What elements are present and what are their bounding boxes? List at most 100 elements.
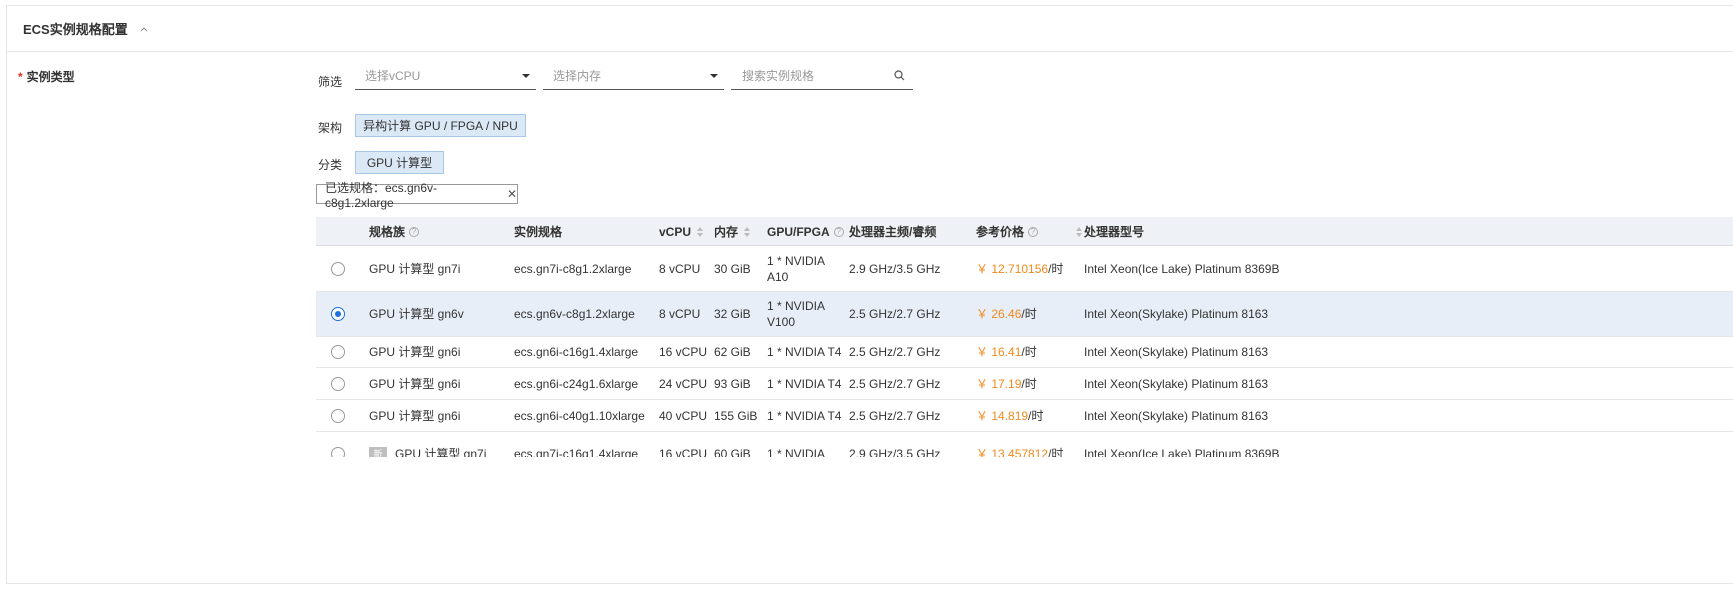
row-radio[interactable] bbox=[331, 345, 345, 359]
cell-freq: 2.9 GHz/3.5 GHz bbox=[849, 262, 941, 276]
category-tag[interactable]: GPU 计算型 bbox=[355, 151, 444, 174]
cell-memory: 155 GiB bbox=[714, 408, 758, 423]
sort-icon[interactable] bbox=[744, 226, 751, 237]
th-memory-label: 内存 bbox=[714, 225, 739, 239]
cell-price: ￥ 26.46/时 bbox=[976, 292, 1037, 336]
th-price-label: 参考价格 bbox=[976, 225, 1025, 239]
table-header: 规格族? 实例规格 vCPU 内存 GPU/FPGA? 处理器主频/睿频 参考价… bbox=[316, 217, 1733, 246]
cell-spec: ecs.gn6v-c8g1.2xlarge bbox=[514, 307, 635, 321]
arch-tag[interactable]: 异构计算 GPU / FPGA / NPU bbox=[355, 114, 526, 137]
cell-gpu-line1: 1 * NVIDIA T4 bbox=[767, 376, 842, 391]
table-row[interactable]: GPU 计算型 gn6i ecs.gn6i-c24g1.6xlarge 24 vCP… bbox=[316, 368, 1733, 400]
row-radio-cell bbox=[331, 247, 345, 291]
vcpu-select[interactable]: 选择vCPU bbox=[355, 62, 536, 90]
row-radio[interactable] bbox=[331, 447, 345, 457]
cell-gpu-line1: 1 * NVIDIA bbox=[767, 447, 826, 457]
cell-family: GPU 计算型 gn6i bbox=[369, 337, 460, 367]
memory-select-placeholder: 选择内存 bbox=[553, 69, 602, 83]
price-value: ￥ 14.819 bbox=[976, 408, 1029, 423]
cell-spec: ecs.gn6i-c24g1.6xlarge bbox=[514, 376, 639, 391]
price-value: ￥ 17.19 bbox=[976, 376, 1022, 391]
cell-gpu: 1 * NVIDIA T4 bbox=[767, 368, 841, 399]
table-row[interactable]: 新 GPU 计算型 gn7i ecs.gn7i-c16g1.4xlarge 16 vC… bbox=[316, 432, 1733, 457]
cell-family: GPU 计算型 gn7i bbox=[369, 247, 460, 291]
cell-vcpu: 8 vCPU bbox=[659, 262, 701, 276]
cell-gpu: 1 * NVIDIA A10 bbox=[767, 247, 825, 291]
cell-cpu-model: Intel Xeon(Skylake) Platinum 8163 bbox=[1084, 408, 1269, 423]
cell-family-text: GPU 计算型 gn6i bbox=[369, 345, 461, 359]
table-row[interactable]: GPU 计算型 gn7i ecs.gn7i-c8g1.2xlarge 8 vCPU 3… bbox=[316, 247, 1733, 292]
cell-family-text: GPU 计算型 gn7i bbox=[395, 447, 487, 457]
row-radio[interactable] bbox=[331, 376, 345, 391]
th-freq: 处理器主频/睿频 bbox=[849, 225, 937, 239]
row-radio-cell bbox=[331, 400, 345, 431]
row-radio[interactable] bbox=[331, 408, 345, 423]
panel-header[interactable]: ECS实例规格配置 bbox=[7, 6, 1733, 52]
memory-select[interactable]: 选择内存 bbox=[543, 62, 724, 90]
instance-type-label-text: 实例类型 bbox=[26, 70, 75, 84]
cell-vcpu: 40 vCPU bbox=[659, 408, 708, 423]
help-icon[interactable]: ? bbox=[409, 226, 420, 237]
panel-title: ECS实例规格配置 bbox=[23, 22, 128, 37]
price-value: ￥ 12.710156 bbox=[976, 262, 1049, 276]
table-row[interactable]: GPU 计算型 gn6i ecs.gn6i-c40g1.10xlarge 40 vC… bbox=[316, 400, 1733, 432]
row-radio[interactable] bbox=[331, 307, 345, 321]
spec-search-input[interactable]: 搜索实例规格 bbox=[731, 62, 913, 90]
cell-price: ￥ 13.457812/时 bbox=[976, 432, 1063, 457]
th-family: 规格族? bbox=[369, 217, 420, 246]
cell-gpu-line1: 1 * NVIDIA T4 bbox=[767, 408, 842, 423]
row-radio-cell bbox=[331, 292, 345, 336]
cell-family: GPU 计算型 gn6i bbox=[369, 400, 460, 431]
cell-gpu-line1: 1 * NVIDIA bbox=[767, 254, 826, 268]
cell-vcpu: 8 vCPU bbox=[659, 307, 701, 321]
filter-label: 筛选 bbox=[318, 75, 343, 89]
chevron-up-icon[interactable] bbox=[138, 23, 150, 35]
row-radio[interactable] bbox=[331, 262, 345, 276]
price-unit: /时 bbox=[1021, 307, 1037, 321]
cell-spec: ecs.gn6i-c16g1.4xlarge bbox=[514, 345, 639, 359]
cell-memory: 60 GiB bbox=[714, 447, 751, 457]
th-spec: 实例规格 bbox=[514, 225, 563, 239]
close-icon[interactable]: ✕ bbox=[507, 187, 517, 201]
cell-vcpu: 16 vCPU bbox=[659, 345, 708, 359]
cell-family-text: GPU 计算型 gn6i bbox=[369, 376, 461, 391]
help-icon[interactable]: ? bbox=[833, 226, 844, 237]
cell-family-text: GPU 计算型 gn7i bbox=[369, 262, 461, 276]
cell-price: ￥ 16.41/时 bbox=[976, 337, 1037, 367]
arch-label: 架构 bbox=[318, 121, 343, 135]
th-vcpu[interactable]: vCPU bbox=[659, 217, 704, 246]
price-unit: /时 bbox=[1028, 408, 1044, 423]
cell-spec: ecs.gn6i-c40g1.10xlarge bbox=[514, 408, 645, 423]
table-row[interactable]: GPU 计算型 gn6v ecs.gn6v-c8g1.2xlarge 8 vCPU 3… bbox=[316, 292, 1733, 337]
price-value: ￥ 13.457812 bbox=[976, 447, 1049, 457]
search-icon[interactable] bbox=[894, 70, 905, 81]
cell-gpu: 1 * NVIDIA bbox=[767, 432, 825, 457]
cell-memory: 62 GiB bbox=[714, 345, 751, 359]
spec-table: 规格族? 实例规格 vCPU 内存 GPU/FPGA? 处理器主频/睿频 参考价… bbox=[316, 217, 1733, 457]
th-family-label: 规格族 bbox=[369, 225, 406, 239]
th-gpu: GPU/FPGA? bbox=[767, 217, 844, 246]
cell-gpu: 1 * NVIDIA V100 bbox=[767, 292, 825, 336]
th-gpu-label: GPU/FPGA bbox=[767, 224, 830, 239]
required-mark: * bbox=[18, 70, 23, 84]
cell-memory: 32 GiB bbox=[714, 307, 751, 321]
cell-freq: 2.5 GHz/2.7 GHz bbox=[849, 345, 941, 359]
row-radio-cell bbox=[331, 337, 345, 367]
cell-family: GPU 计算型 gn6v bbox=[369, 292, 464, 336]
th-cpu-model: 处理器型号 bbox=[1084, 225, 1145, 239]
cell-gpu-line1: 1 * NVIDIA bbox=[767, 299, 826, 313]
cell-family: 新 GPU 计算型 gn7i bbox=[369, 432, 486, 457]
row-radio-cell bbox=[331, 368, 345, 399]
table-row[interactable]: GPU 计算型 gn6i ecs.gn6i-c16g1.4xlarge 16 vCP… bbox=[316, 337, 1733, 368]
cell-memory: 93 GiB bbox=[714, 376, 751, 391]
help-icon[interactable]: ? bbox=[1028, 226, 1039, 237]
search-placeholder: 搜索实例规格 bbox=[742, 69, 815, 83]
cell-cpu-model: Intel Xeon(Skylake) Platinum 8163 bbox=[1084, 345, 1269, 359]
cell-price: ￥ 12.710156/时 bbox=[976, 247, 1063, 291]
sort-icon[interactable] bbox=[697, 226, 704, 237]
th-memory[interactable]: 内存 bbox=[714, 217, 751, 246]
th-price[interactable]: 参考价格? bbox=[976, 217, 1083, 246]
sort-icon[interactable] bbox=[1076, 226, 1083, 237]
cell-gpu: 1 * NVIDIA T4 bbox=[767, 400, 841, 431]
instance-type-label: * 实例类型 bbox=[18, 68, 75, 85]
